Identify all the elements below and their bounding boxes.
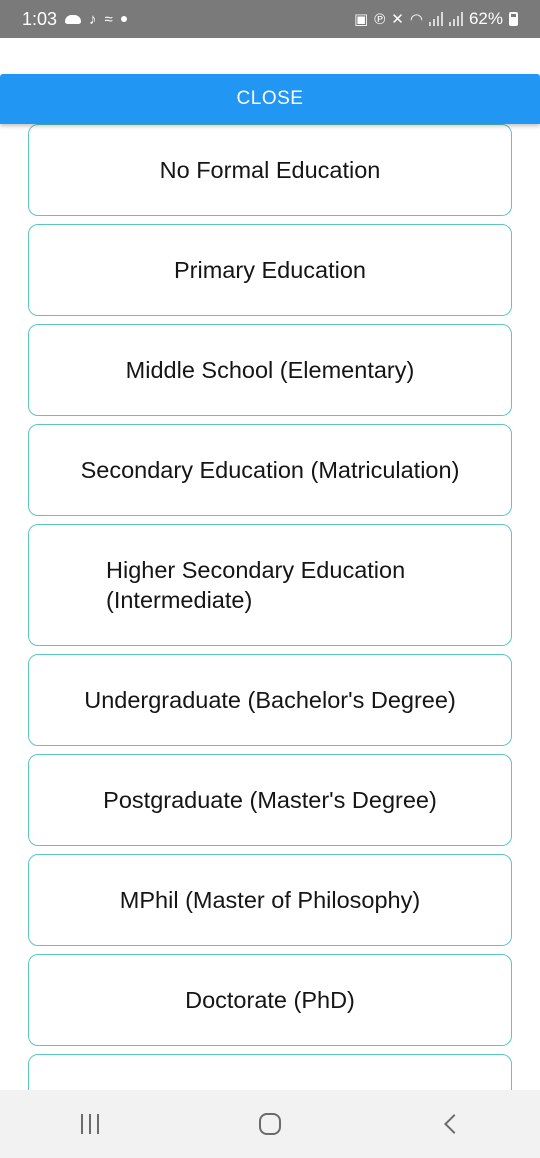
option-mphil[interactable]: MPhil (Master of Philosophy) — [28, 854, 512, 946]
option-label: Higher Secondary Education (Intermediate… — [106, 557, 406, 613]
option-label: Middle School (Elementary) — [125, 357, 415, 383]
option-label: Doctorate (PhD) — [185, 987, 355, 1013]
option-higher-secondary-education[interactable]: Higher Secondary Education (Intermediate… — [28, 524, 512, 646]
close-button-label: CLOSE — [236, 88, 304, 109]
battery-icon — [509, 12, 518, 26]
bag-icon: ▣ — [354, 10, 369, 28]
option-middle-school[interactable]: Middle School (Elementary) — [28, 324, 512, 416]
option-no-formal-education[interactable]: No Formal Education — [28, 124, 512, 216]
tiktok-icon: ♪ — [89, 10, 97, 28]
cloud-icon — [65, 14, 82, 24]
option-label: Postgraduate (Master's Degree) — [103, 787, 437, 813]
option-label: Secondary Education (Matriculation) — [80, 457, 460, 483]
home-button[interactable] — [220, 1094, 320, 1154]
recents-icon — [81, 1114, 99, 1134]
battery-percent: 62% — [468, 9, 503, 28]
back-button[interactable] — [400, 1094, 500, 1154]
wifi-icon: ◠ — [409, 10, 423, 28]
option-secondary-education[interactable]: Secondary Education (Matriculation) — [28, 424, 512, 516]
option-label: Undergraduate (Bachelor's Degree) — [84, 687, 456, 713]
option-undergraduate[interactable]: Undergraduate (Bachelor's Degree) — [28, 654, 512, 746]
option-label: MPhil (Master of Philosophy) — [119, 887, 421, 913]
option-label: No Formal Education — [159, 157, 381, 183]
option-postgraduate[interactable]: Postgraduate (Master's Degree) — [28, 754, 512, 846]
status-left: 1:03 ♪ ≈ — [22, 0, 127, 38]
back-icon — [444, 1114, 464, 1134]
mute-icon: ✕ — [391, 10, 404, 28]
dot-icon — [120, 16, 127, 22]
option-doctorate[interactable]: Doctorate (PhD) — [28, 954, 512, 1046]
option-next-partial[interactable] — [28, 1054, 512, 1090]
status-right: ▣ ℗ ✕ ◠ 62% — [354, 0, 518, 38]
options-container: No Formal Education Primary Education Mi… — [28, 124, 512, 1090]
status-bar: 1:03 ♪ ≈ ▣ ℗ ✕ ◠ 62% — [0, 0, 540, 38]
voicemail-icon: ≈ — [104, 10, 113, 28]
option-primary-education[interactable]: Primary Education — [28, 224, 512, 316]
close-button[interactable]: CLOSE — [0, 74, 540, 124]
education-options-list[interactable]: No Formal Education Primary Education Mi… — [0, 124, 540, 1090]
status-time: 1:03 — [22, 8, 58, 29]
parking-icon: ℗ — [374, 10, 386, 28]
recents-button[interactable] — [40, 1094, 140, 1154]
signal-icon — [448, 12, 463, 26]
navigation-bar — [0, 1090, 540, 1158]
signal-icon — [428, 12, 443, 26]
option-label: Primary Education — [174, 257, 366, 283]
home-icon — [259, 1113, 281, 1135]
